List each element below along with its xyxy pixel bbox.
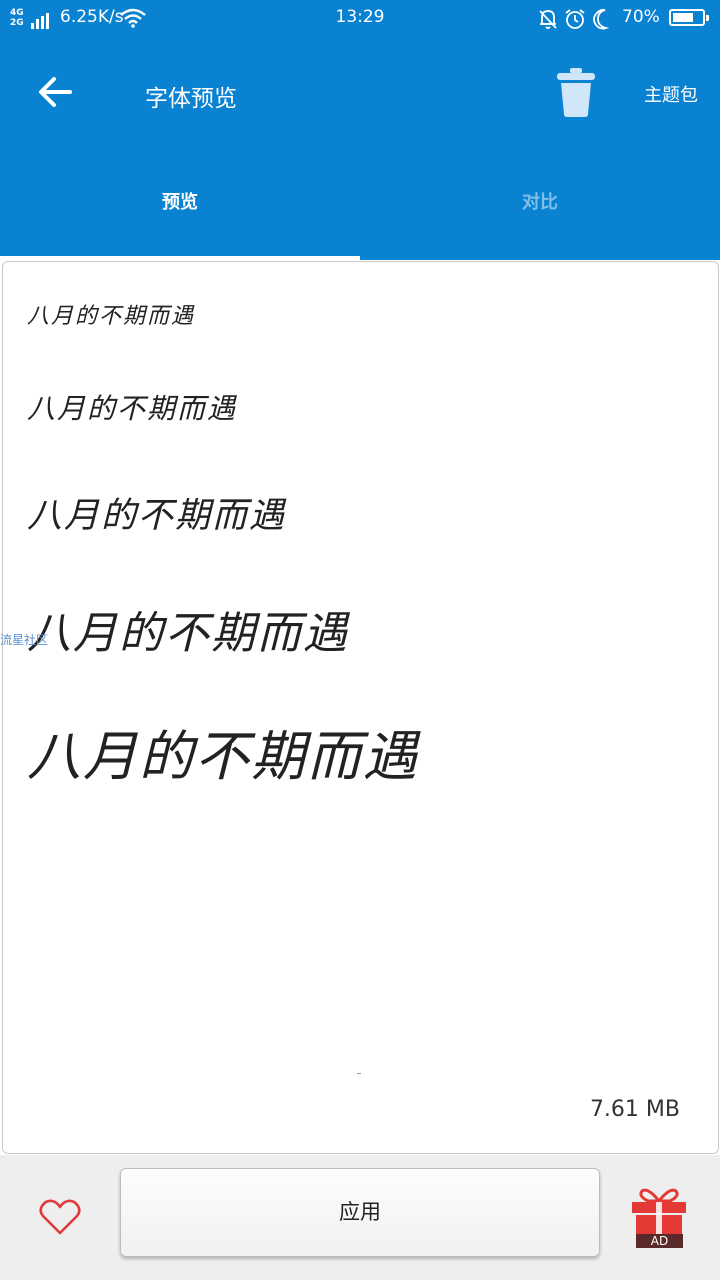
font-sample-xxlarge: 八月的不期而遇 [27,725,419,788]
tab-preview[interactable]: 预览 [0,176,360,230]
bell-mute-icon [539,10,557,29]
tab-indicator [0,256,360,260]
watermark: 流星社区 [0,633,49,647]
font-sample-medium: 八月的不期而遇 [27,392,238,425]
theme-pack-button[interactable]: 主题包 [644,81,698,107]
battery-percent: 70% [622,7,660,27]
back-button[interactable] [30,72,80,112]
delete-button[interactable] [555,66,597,118]
status-bar: 4G 2G 6.25K/s 13:29 70% [0,0,720,36]
app-bar: 字体预览 主题包 预览 对比 [0,36,720,260]
font-sample-xlarge: 八月的不期而遇 [27,608,349,659]
font-sample-large: 八月的不期而遇 [27,496,287,536]
battery-icon [669,9,709,26]
page-title: 字体预览 [145,86,237,112]
moon-icon [593,8,610,30]
divider [357,1073,361,1074]
trash-icon [557,68,595,117]
ad-badge: AD [636,1234,683,1248]
alarm-icon [565,9,585,29]
back-arrow-icon [39,77,72,107]
heart-icon [39,1199,81,1235]
favorite-button[interactable] [38,1197,82,1237]
apply-button[interactable]: 应用 [120,1168,600,1257]
font-sample-small: 八月的不期而遇 [27,304,196,329]
file-size: 7.61 MB [589,1097,680,1122]
tab-compare[interactable]: 对比 [360,176,720,230]
